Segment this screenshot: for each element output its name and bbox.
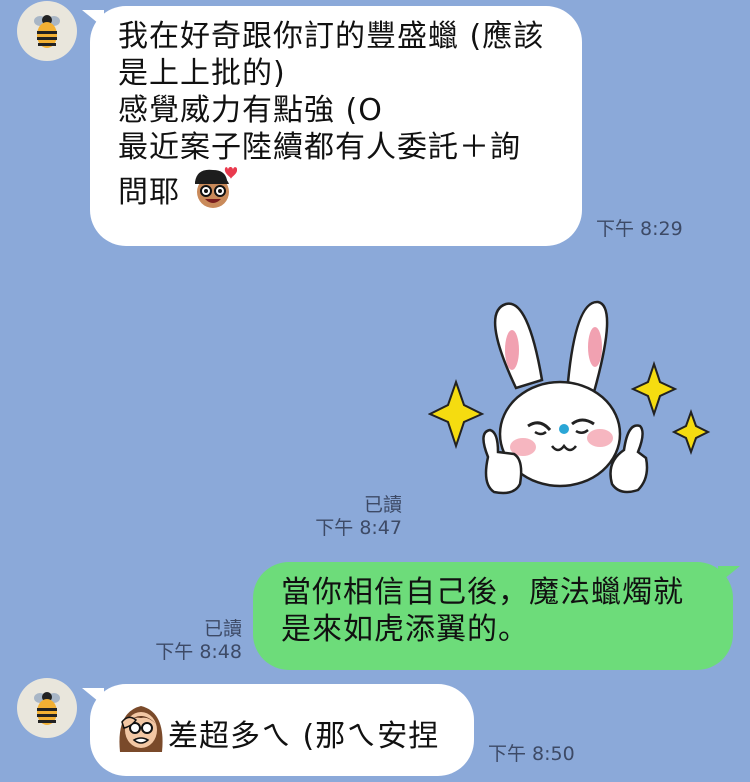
bubble-tail xyxy=(718,566,740,584)
facepalm-woman-emoji xyxy=(119,706,163,752)
message-line: 是上上批的) xyxy=(118,56,286,91)
bee-icon xyxy=(34,15,60,48)
message-line: 我在好奇跟你訂的豐盛蠟 (應該 xyxy=(118,19,545,54)
message-line: 問耶 xyxy=(118,166,554,211)
bee-avatar[interactable] xyxy=(17,678,77,738)
timestamp: 下午 8:29 xyxy=(596,218,683,240)
timestamp: 下午 8:47 xyxy=(315,517,402,539)
message-line: 最近案子陸續都有人委託＋詢 xyxy=(118,130,521,165)
white-rabbit-thumbs-up-sticker[interactable] xyxy=(428,292,718,507)
message-line: 是來如虎添翼的。 xyxy=(281,612,529,647)
chat-view: 我在好奇跟你訂的豐盛蠟 (應該 是上上批的) 感覺威力有點強 (O 最近案子陸續… xyxy=(0,0,750,782)
read-receipt: 已讀 xyxy=(363,494,402,516)
message-bubble-1[interactable]: 我在好奇跟你訂的豐盛蠟 (應該 是上上批的) 感覺威力有點強 (O 最近案子陸續… xyxy=(90,6,582,246)
timestamp: 下午 8:50 xyxy=(488,743,575,765)
message-bubble-3[interactable]: 當你相信自己後，魔法蠟燭就 是來如虎添翼的。 xyxy=(253,562,733,670)
read-receipt: 已讀 xyxy=(203,618,242,640)
message-line: 當你相信自己後，魔法蠟燭就 xyxy=(281,575,684,610)
message-line: 差超多ㄟ (那ㄟ安捏 xyxy=(114,702,450,755)
message-bubble-4[interactable]: 差超多ㄟ (那ㄟ安捏 xyxy=(90,684,474,776)
bee-icon xyxy=(34,692,60,725)
message-line: 感覺威力有點強 (O xyxy=(118,93,383,128)
bee-avatar[interactable] xyxy=(17,1,77,61)
smiling-guy-with-heart-emoji xyxy=(194,167,237,208)
timestamp: 下午 8:48 xyxy=(155,641,242,663)
